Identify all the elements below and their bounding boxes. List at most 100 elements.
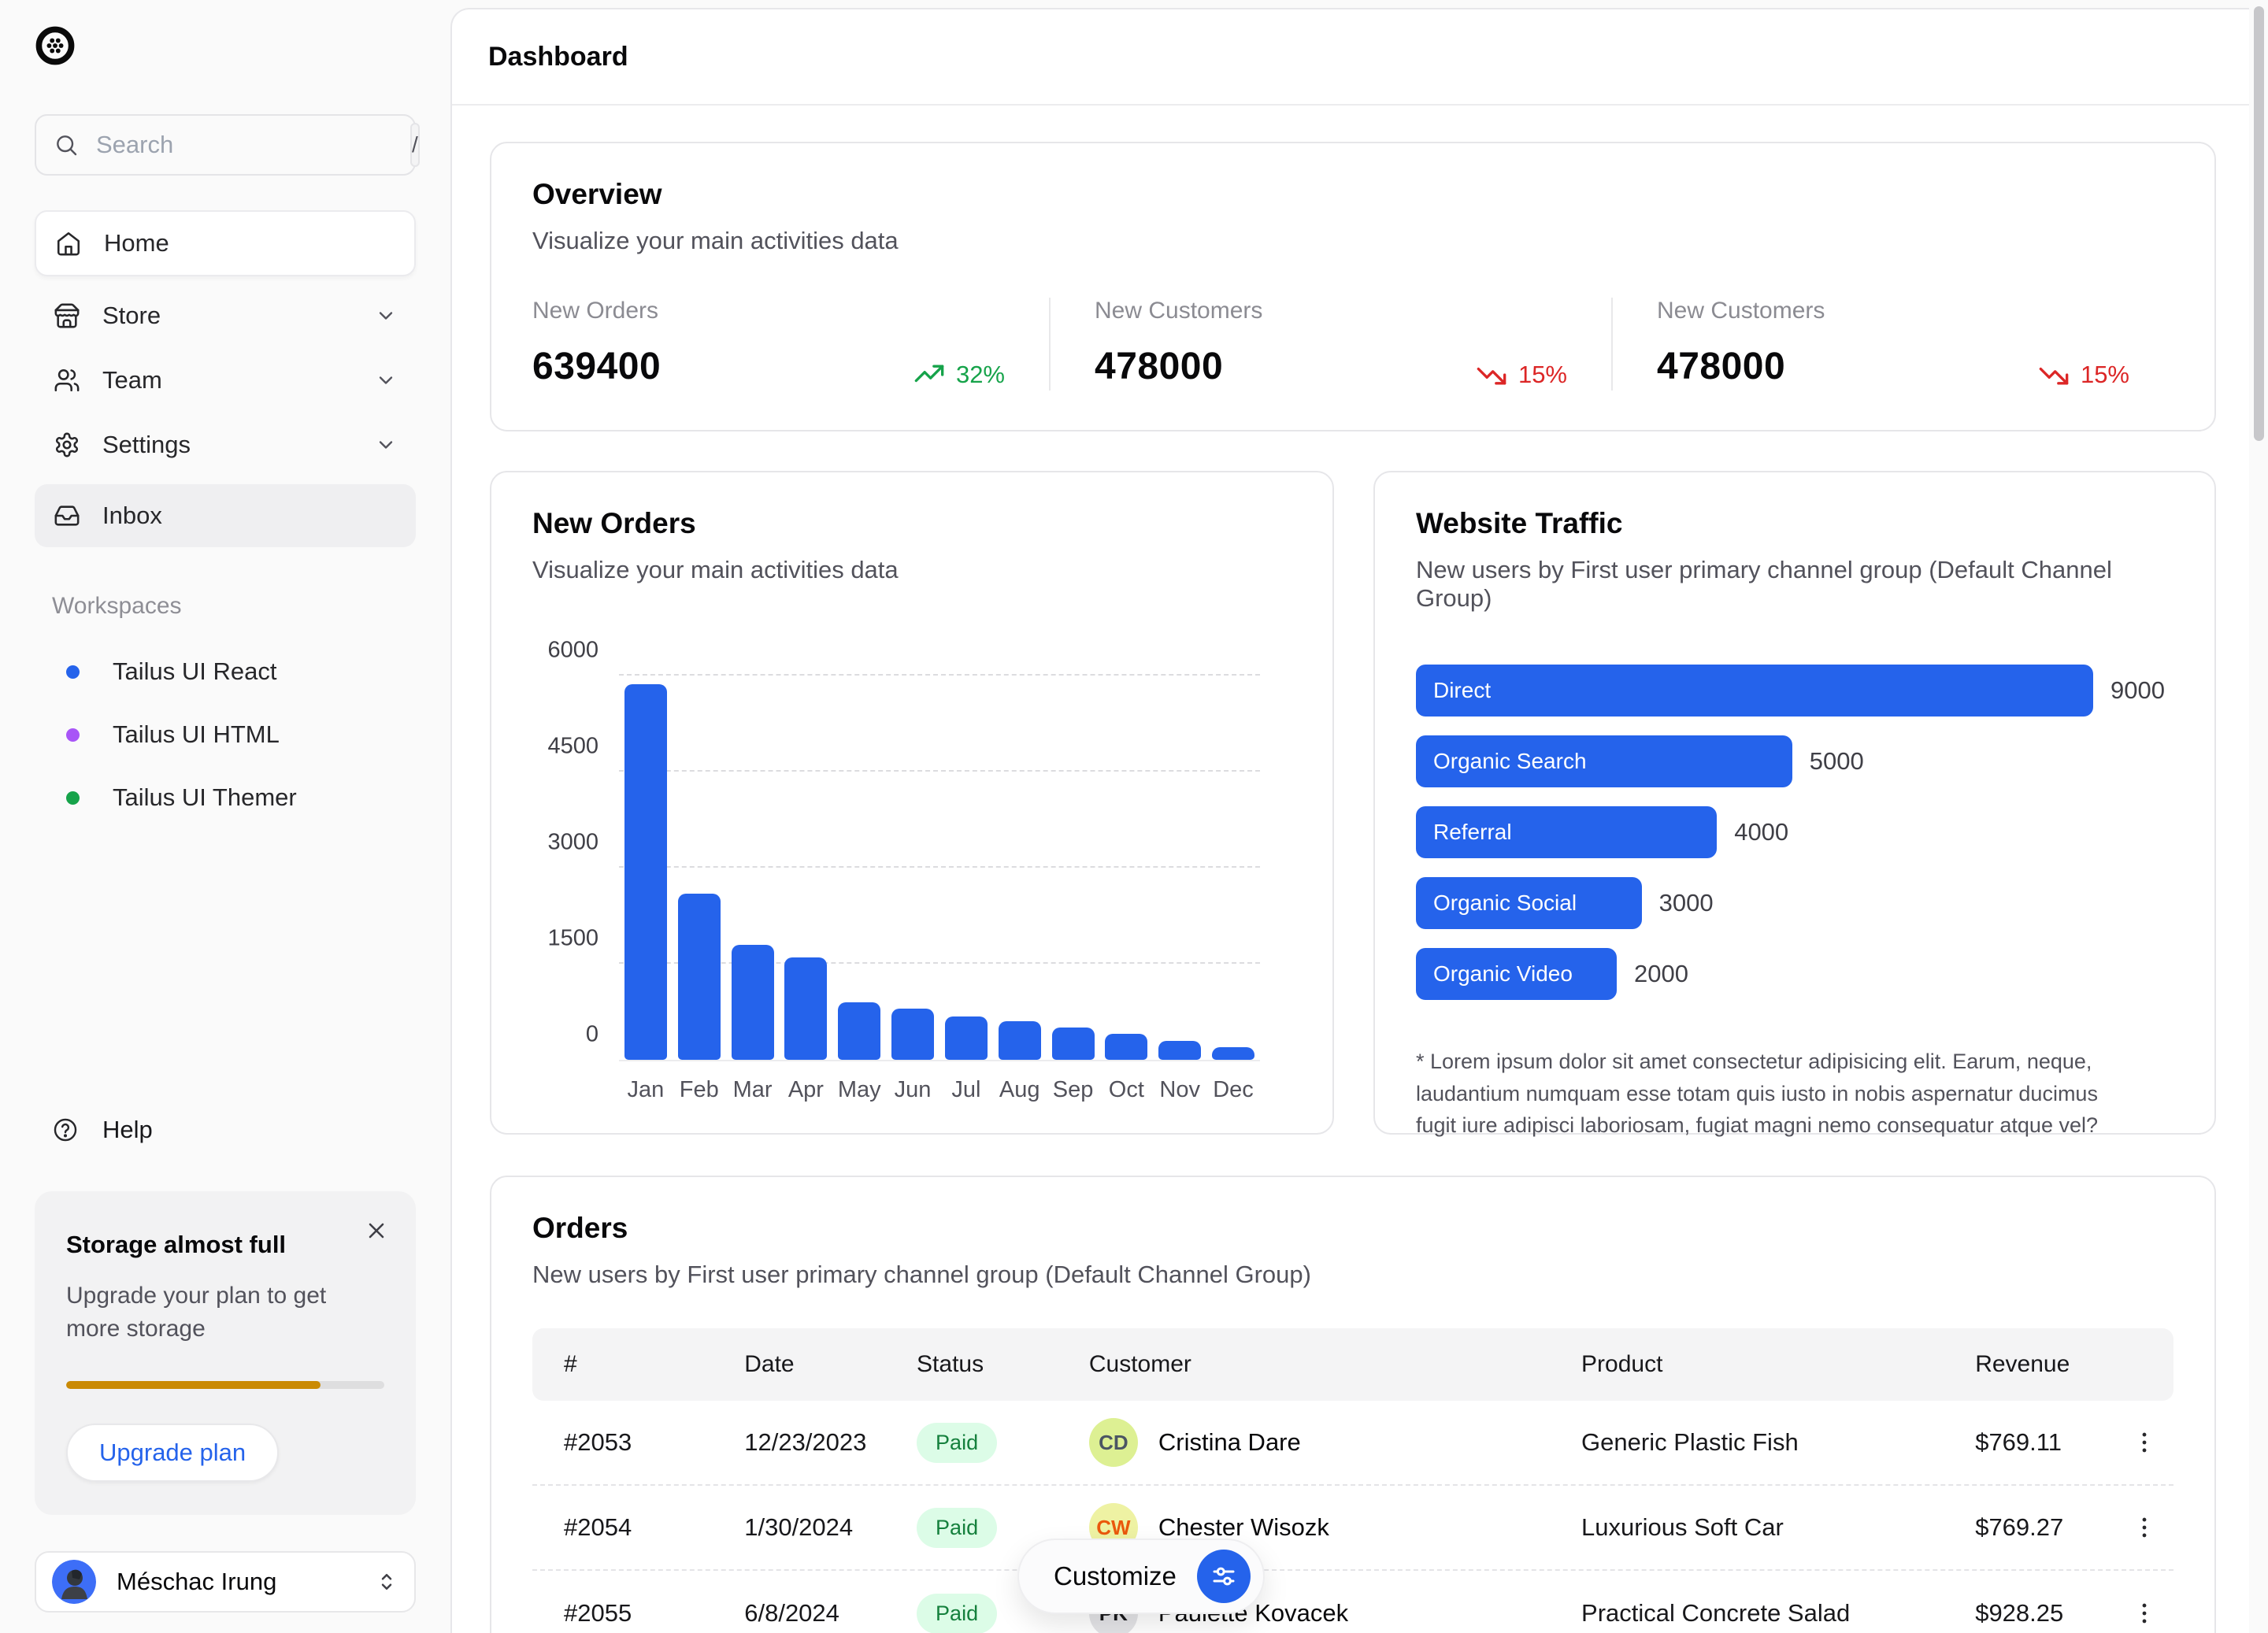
order-date: 6/8/2024	[713, 1599, 885, 1627]
traffic-bar-value: 4000	[1734, 818, 1788, 846]
website-traffic-subtitle: New users by First user primary channel …	[1416, 556, 2174, 613]
traffic-bar-direct[interactable]: Direct	[1416, 665, 2093, 717]
customize-button[interactable]: Customize	[1017, 1539, 1265, 1614]
sidebar-nav: Home Store Team Settings Inbox	[35, 210, 416, 549]
user-menu[interactable]: Méschac Irung	[35, 1551, 416, 1613]
y-axis-tick: 4500	[547, 734, 598, 760]
order-id: #2054	[532, 1513, 713, 1542]
row-actions-kebab-icon[interactable]	[2131, 1514, 2158, 1541]
sidebar-item-label: Home	[104, 229, 169, 257]
traffic-bar-organic-social[interactable]: Organic Social	[1416, 877, 1642, 929]
bar-slot: Dec	[1206, 676, 1260, 1060]
search-input[interactable]	[96, 131, 410, 159]
traffic-bar-row: Organic Social 3000	[1416, 877, 2174, 929]
table-row[interactable]: #205312/23/2023PaidCDCristina DareGeneri…	[532, 1401, 2174, 1486]
new-orders-chart-card: New Orders Visualize your main activitie…	[490, 471, 1334, 1135]
product-name: Luxurious Soft Car	[1550, 1513, 1944, 1542]
app-logo-icon[interactable]	[35, 25, 76, 66]
bar-Dec[interactable]	[1212, 1047, 1254, 1060]
status-badge: Paid	[917, 1594, 997, 1633]
column-header-id: #	[532, 1351, 713, 1378]
search-box[interactable]: /	[35, 114, 416, 176]
sidebar-item-label: Team	[102, 366, 162, 394]
customize-label: Customize	[1054, 1561, 1177, 1591]
table-row[interactable]: #20556/8/2024PaidPKPaulette KovacekPract…	[532, 1571, 2174, 1633]
stat-delta-value: 15%	[1518, 361, 1567, 389]
x-axis-label: May	[838, 1077, 881, 1103]
bar-Aug[interactable]	[999, 1021, 1041, 1060]
x-axis-label: Mar	[733, 1077, 773, 1103]
bar-Jul[interactable]	[945, 1016, 988, 1060]
bar-Nov[interactable]	[1158, 1041, 1201, 1060]
scrollbar[interactable]	[2254, 6, 2264, 441]
traffic-bar-value: 3000	[1659, 889, 1714, 917]
bar-Jan[interactable]	[624, 684, 667, 1060]
trend-up-icon	[914, 359, 945, 391]
workspaces-list: Tailus UI React Tailus UI HTMLTailus UI T…	[35, 640, 416, 829]
bar-Jun[interactable]	[891, 1009, 934, 1060]
chevron-down-icon	[375, 434, 397, 456]
traffic-bar-row: Organic Video 2000	[1416, 948, 2174, 1000]
new-orders-chart-title: New Orders	[532, 507, 1292, 540]
main-header: Dashboard	[452, 9, 2249, 106]
stat-delta-value: 15%	[2081, 361, 2129, 389]
traffic-bar-value: 2000	[1634, 960, 1688, 988]
traffic-bar-referral[interactable]: Referral	[1416, 806, 1717, 858]
order-date: 1/30/2024	[713, 1513, 885, 1542]
bar-May[interactable]	[838, 1002, 880, 1060]
traffic-bar-row: Direct9000	[1416, 665, 2174, 717]
search-shortcut-key: /	[410, 123, 420, 167]
workspace-item[interactable]: Tailus UI HTML	[35, 703, 416, 766]
bar-chart: 01500300045006000JanFebMarAprMayJunJulAu…	[619, 676, 1260, 1061]
store-icon	[54, 302, 80, 329]
stat-delta: 15%	[2038, 359, 2129, 391]
overview-stats-row: New Orders63940032%New Customers47800015…	[532, 298, 2174, 391]
order-id: #2053	[532, 1428, 713, 1457]
bar-Apr[interactable]	[784, 957, 827, 1060]
y-axis-tick: 1500	[547, 926, 598, 952]
bar-slot: Jul	[939, 676, 993, 1060]
home-icon	[55, 230, 82, 257]
bar-Sep[interactable]	[1052, 1028, 1095, 1060]
traffic-bars: Direct9000 Organic Search 5000 Referral 4000…	[1416, 665, 2174, 1000]
storage-title: Storage almost full	[66, 1231, 384, 1259]
sidebar-item-label: Store	[102, 302, 161, 330]
bar-slot: Sep	[1047, 676, 1100, 1060]
sliders-icon	[1197, 1550, 1251, 1603]
traffic-bar-row: Organic Search 5000	[1416, 735, 2174, 787]
orders-table-body: #205312/23/2023PaidCDCristina DareGeneri…	[532, 1401, 2174, 1633]
column-header-customer: Customer	[1058, 1351, 1550, 1378]
table-row[interactable]: #20541/30/2024PaidCWChester WisozkLuxuri…	[532, 1486, 2174, 1571]
bar-Mar[interactable]	[732, 945, 774, 1060]
workspace-item[interactable]: Tailus UI Themer	[35, 766, 416, 829]
traffic-bar-organic-video[interactable]: Organic Video	[1416, 948, 1617, 1000]
main-content: Overview Visualize your main activities …	[452, 106, 2249, 1633]
charts-row: New Orders Visualize your main activitie…	[490, 471, 2216, 1135]
workspace-item[interactable]: Tailus UI React	[35, 640, 416, 703]
sidebar-item-team[interactable]: Team	[35, 349, 416, 412]
overview-subtitle: Visualize your main activities data	[532, 227, 2174, 255]
sidebar-item-inbox[interactable]: Inbox	[35, 484, 416, 547]
overview-title: Overview	[532, 178, 2174, 211]
sidebar-item-home[interactable]: Home	[35, 210, 416, 276]
row-actions-kebab-icon[interactable]	[2131, 1600, 2158, 1627]
traffic-bar-organic-search[interactable]: Organic Search	[1416, 735, 1792, 787]
upgrade-plan-button[interactable]: Upgrade plan	[66, 1424, 279, 1482]
sidebar-item-help[interactable]: Help	[35, 1105, 416, 1155]
bar-slot: Aug	[993, 676, 1047, 1060]
traffic-bar-row: Referral 4000	[1416, 806, 2174, 858]
close-icon[interactable]	[364, 1218, 389, 1243]
traffic-bar-value: 5000	[1810, 747, 1864, 776]
user-name: Méschac Irung	[117, 1568, 276, 1596]
sidebar-item-settings[interactable]: Settings	[35, 413, 416, 476]
new-orders-chart-subtitle: Visualize your main activities data	[532, 556, 1292, 584]
row-actions-kebab-icon[interactable]	[2131, 1429, 2158, 1456]
sidebar-item-store[interactable]: Store	[35, 284, 416, 347]
workspace-label: Tailus UI React	[113, 657, 276, 686]
bar-Feb[interactable]	[678, 894, 721, 1060]
storage-description: Upgrade your plan to get more storage	[66, 1279, 346, 1346]
bar-Oct[interactable]	[1105, 1034, 1147, 1060]
order-id: #2055	[532, 1599, 713, 1627]
status-badge: Paid	[917, 1423, 997, 1463]
column-header-revenue: Revenue	[1944, 1351, 2116, 1378]
